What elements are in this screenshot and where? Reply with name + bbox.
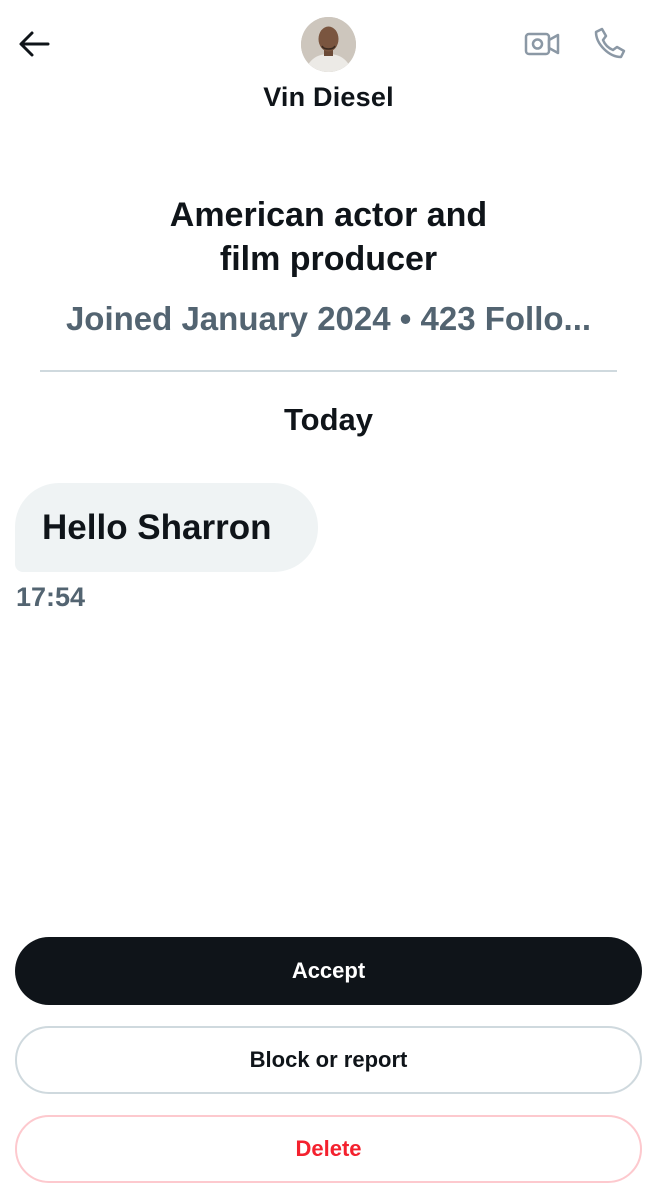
divider [40, 370, 617, 372]
date-separator: Today [284, 402, 373, 437]
message-text: Hello Sharron [42, 507, 272, 547]
phone-call-button[interactable] [590, 26, 630, 64]
accept-button[interactable]: Accept [15, 937, 642, 1005]
video-camera-icon [524, 30, 560, 63]
avatar[interactable] [301, 17, 356, 72]
phone-icon [593, 26, 627, 65]
block-or-report-button[interactable]: Block or report [15, 1026, 642, 1094]
message-timestamp: 17:54 [16, 582, 86, 612]
accept-label: Accept [291, 958, 366, 983]
delete-label: Delete [295, 1136, 362, 1161]
arrow-left-icon [17, 29, 51, 64]
video-call-button[interactable] [522, 28, 562, 64]
profile-meta: Joined January 2024 • 423 Follo... [65, 300, 592, 337]
profile-bio: American actor and film producer [0, 193, 657, 281]
delete-button[interactable]: Delete [15, 1115, 642, 1183]
block-label: Block or report [249, 1047, 408, 1072]
bio-line: American actor and [169, 196, 488, 234]
contact-name: Vin Diesel [263, 82, 394, 112]
back-button[interactable] [14, 26, 54, 66]
bio-line: film producer [219, 240, 438, 278]
message-bubble[interactable]: Hello Sharron [15, 483, 318, 572]
